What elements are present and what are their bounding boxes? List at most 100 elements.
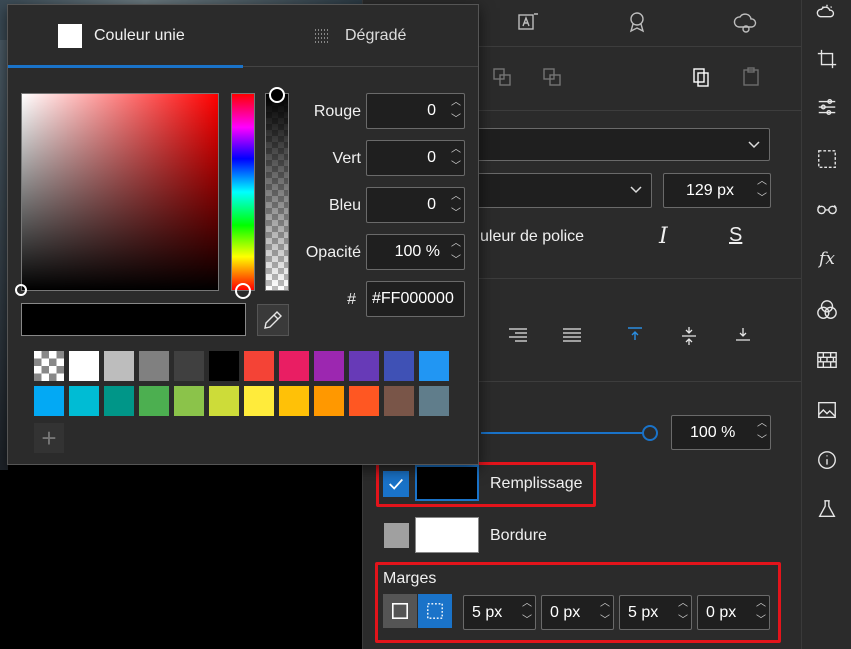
spin-arrows[interactable]: ︿ ﹀: [597, 596, 613, 629]
color-swatch[interactable]: [349, 386, 379, 416]
color-swatch[interactable]: [139, 351, 169, 381]
tool-strip: fx: [801, 0, 851, 649]
color-swatch[interactable]: [314, 386, 344, 416]
margins-label: Marges: [383, 570, 437, 587]
margin-bottom-stepper[interactable]: 0 px ︿ ﹀: [697, 595, 770, 630]
fill-checkbox[interactable]: [383, 471, 409, 497]
solid-color-icon: [58, 24, 82, 48]
saturation-value-area[interactable]: [21, 93, 219, 291]
color-swatch[interactable]: [279, 386, 309, 416]
spin-arrows[interactable]: ︿ ﹀: [754, 416, 770, 449]
spin-arrows[interactable]: ︿ ﹀: [754, 174, 770, 207]
color-swatch[interactable]: [34, 386, 64, 416]
fx-icon[interactable]: fx: [814, 246, 840, 272]
blend-icon[interactable]: [814, 297, 840, 323]
hue-slider-handle[interactable]: [235, 283, 251, 299]
weather-icon[interactable]: [814, 0, 840, 26]
tab-gradient[interactable]: Dégradé: [243, 5, 478, 67]
color-swatch[interactable]: [244, 351, 274, 381]
valign-top-icon[interactable]: [625, 325, 645, 343]
italic-button[interactable]: I: [659, 224, 668, 249]
fill-label: Remplissage: [490, 475, 583, 492]
color-swatch[interactable]: [349, 351, 379, 381]
arrange-back-icon[interactable]: [491, 66, 513, 88]
border-color-swatch[interactable]: [415, 517, 479, 553]
opacity-slider-thumb[interactable]: [642, 425, 658, 441]
alpha-slider-handle[interactable]: [269, 87, 285, 103]
tab-solid-color[interactable]: Couleur unie: [8, 5, 243, 68]
align-right-icon[interactable]: [507, 327, 529, 345]
copy-icon[interactable]: [690, 66, 712, 88]
badge-icon[interactable]: [625, 10, 649, 34]
tab-gradient-label: Dégradé: [345, 27, 407, 44]
font-color-label[interactable]: uleur de police: [480, 228, 584, 246]
spin-arrows[interactable]: ︿ ﹀: [448, 235, 464, 269]
saturation-value-handle[interactable]: [15, 284, 27, 296]
spin-arrows[interactable]: ︿ ﹀: [519, 596, 535, 629]
color-swatch[interactable]: [419, 351, 449, 381]
spin-arrows[interactable]: ︿ ﹀: [753, 596, 769, 629]
eyedropper-icon: [264, 311, 282, 329]
color-swatch[interactable]: [174, 386, 204, 416]
strikethrough-button[interactable]: S: [729, 224, 742, 247]
text-box-icon[interactable]: [516, 10, 540, 34]
color-swatch[interactable]: [139, 386, 169, 416]
color-swatch[interactable]: [104, 386, 134, 416]
image-icon[interactable]: [814, 397, 840, 423]
picker-opacity-stepper[interactable]: 100 % ︿ ﹀: [366, 234, 465, 270]
opacity-stepper[interactable]: 100 % ︿ ﹀: [671, 415, 771, 450]
hex-label: #: [347, 291, 356, 308]
opacity-slider-track[interactable]: [481, 432, 649, 434]
color-swatch[interactable]: [279, 351, 309, 381]
font-size-stepper[interactable]: 129 px ︿ ﹀: [663, 173, 771, 208]
eyedropper-button[interactable]: [257, 304, 289, 336]
color-swatch[interactable]: [209, 386, 239, 416]
green-stepper[interactable]: 0 ︿ ﹀: [366, 140, 465, 176]
color-swatch[interactable]: [69, 351, 99, 381]
color-swatch[interactable]: [244, 386, 274, 416]
glasses-icon[interactable]: [814, 196, 840, 222]
color-swatch[interactable]: [104, 351, 134, 381]
tab-solid-label: Couleur unie: [94, 27, 185, 44]
add-swatch-button[interactable]: +: [34, 423, 64, 453]
fill-color-swatch[interactable]: [415, 465, 479, 501]
selection-icon[interactable]: [814, 146, 840, 172]
color-swatch[interactable]: [419, 386, 449, 416]
blue-stepper[interactable]: 0 ︿ ﹀: [366, 187, 465, 223]
color-swatch[interactable]: [209, 351, 239, 381]
margin-right-stepper[interactable]: 5 px ︿ ﹀: [619, 595, 692, 630]
crop-icon[interactable]: [814, 46, 840, 72]
margin-individual-toggle[interactable]: [418, 594, 452, 628]
hue-slider[interactable]: [231, 93, 255, 291]
spin-arrows[interactable]: ︿ ﹀: [448, 141, 464, 175]
red-stepper[interactable]: 0 ︿ ﹀: [366, 93, 465, 129]
square-icon: [391, 602, 409, 620]
adjust-icon[interactable]: [814, 94, 840, 120]
margin-top-stepper[interactable]: 0 px ︿ ﹀: [541, 595, 614, 630]
color-swatch[interactable]: [34, 351, 64, 381]
flask-icon[interactable]: [814, 496, 840, 522]
color-swatch[interactable]: [314, 351, 344, 381]
margin-left-stepper[interactable]: 5 px ︿ ﹀: [463, 595, 536, 630]
color-swatch[interactable]: [384, 386, 414, 416]
color-picker-tabs: Couleur unie Dégradé: [8, 5, 478, 68]
color-swatch[interactable]: [69, 386, 99, 416]
hex-input[interactable]: #FF000000: [366, 281, 465, 317]
border-checkbox[interactable]: [384, 523, 409, 548]
arrange-front-icon[interactable]: [541, 66, 563, 88]
texture-icon[interactable]: [814, 347, 840, 373]
spin-arrows[interactable]: ︿ ﹀: [675, 596, 691, 629]
color-swatch[interactable]: [174, 351, 204, 381]
margin-uniform-toggle[interactable]: [383, 594, 417, 628]
alpha-slider[interactable]: [265, 93, 289, 291]
cloud-settings-icon[interactable]: [733, 10, 759, 34]
valign-bottom-icon[interactable]: [733, 325, 753, 343]
color-swatch[interactable]: [384, 351, 414, 381]
align-justify-icon[interactable]: [561, 327, 583, 345]
valign-middle-icon[interactable]: [679, 325, 699, 347]
spin-arrows[interactable]: ︿ ﹀: [448, 94, 464, 128]
dotted-square-icon: [427, 603, 443, 619]
info-icon[interactable]: [814, 447, 840, 473]
spin-arrows[interactable]: ︿ ﹀: [448, 188, 464, 222]
paste-icon[interactable]: [740, 66, 762, 88]
